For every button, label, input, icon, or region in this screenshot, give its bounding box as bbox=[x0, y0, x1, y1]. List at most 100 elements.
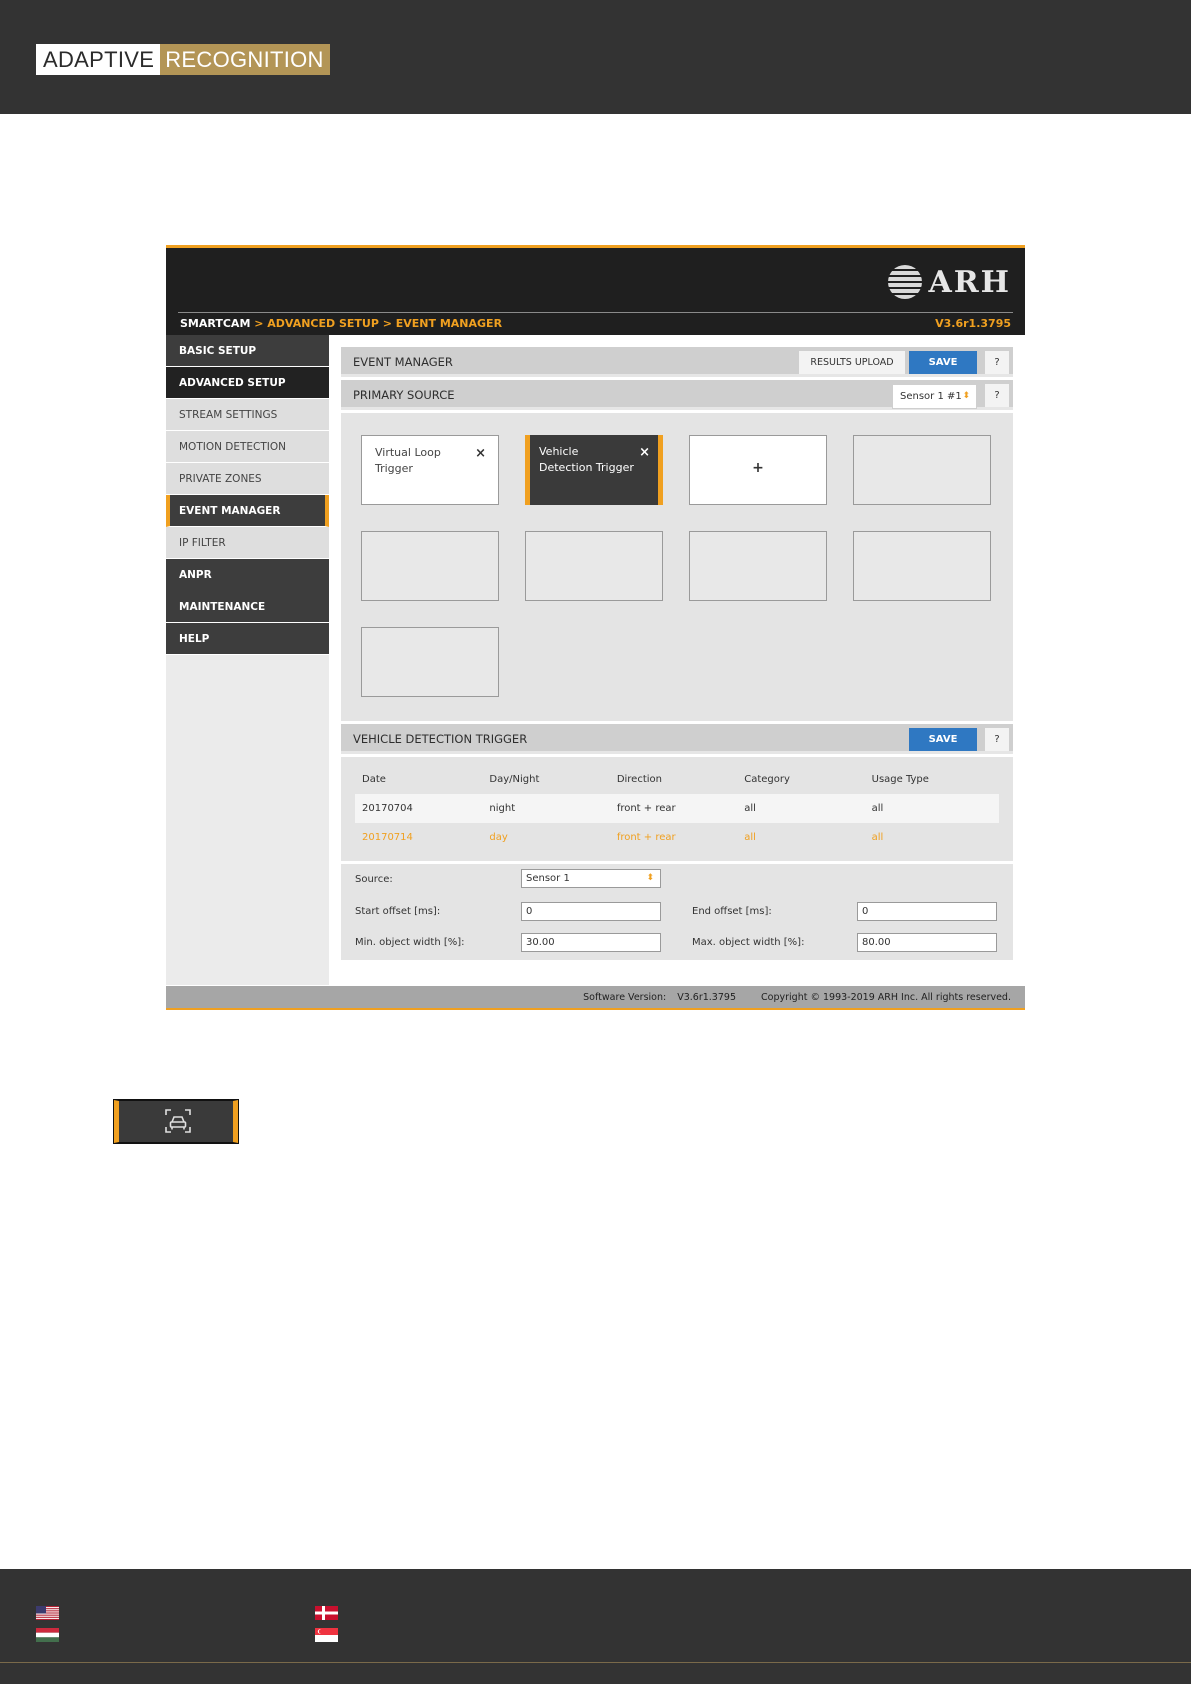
close-icon[interactable]: × bbox=[639, 445, 650, 460]
help-button[interactable]: ? bbox=[985, 351, 1009, 374]
trigger-tile-vehicle-detection[interactable]: Vehicle Detection Trigger × bbox=[525, 435, 663, 505]
column-header-day-night: Day/Night bbox=[489, 774, 540, 785]
sidebar-item-basic-setup[interactable]: BASIC SETUP bbox=[166, 335, 329, 367]
trigger-tile-label: Virtual Loop Trigger bbox=[375, 446, 441, 475]
primary-source-value: Sensor 1 #1 bbox=[900, 391, 962, 402]
sidebar-item-event-manager[interactable]: EVENT MANAGER bbox=[166, 495, 329, 527]
trigger-settings-form: Source: Sensor 1 ⬍ Start offset [ms]: 0 … bbox=[341, 864, 1013, 960]
source-label: Source: bbox=[355, 874, 393, 885]
schedule-table: Date Day/Night Direction Category Usage … bbox=[341, 757, 1013, 861]
table-cell: all bbox=[871, 832, 884, 843]
app-header: ARH SMARTCAM > ADVANCED SETUP > EVENT MA… bbox=[166, 245, 1025, 335]
sidebar-item-help[interactable]: HELP bbox=[166, 623, 329, 655]
page-header: ADAPTIVE RECOGNITION bbox=[0, 0, 1191, 114]
trigger-tile-label: Vehicle Detection Trigger bbox=[539, 445, 634, 474]
source-value: Sensor 1 bbox=[526, 873, 570, 884]
table-cell: day bbox=[489, 832, 508, 843]
add-trigger-tile[interactable]: + bbox=[689, 435, 827, 505]
trigger-tile-virtual-loop[interactable]: Virtual Loop Trigger × bbox=[361, 435, 499, 505]
event-manager-bar: EVENT MANAGER RESULTS UPLOAD SAVE ? bbox=[341, 347, 1013, 377]
copyright-text: Copyright © 1993-2019 ARH Inc. All right… bbox=[761, 992, 1011, 1003]
select-arrows-icon: ⬍ bbox=[962, 391, 970, 401]
primary-source-help-button[interactable]: ? bbox=[985, 384, 1009, 407]
table-cell: night bbox=[489, 803, 516, 814]
singapore-flag-icon bbox=[315, 1628, 338, 1642]
empty-trigger-slot bbox=[361, 627, 499, 697]
sidebar-item-stream-settings[interactable]: STREAM SETTINGS bbox=[166, 399, 329, 431]
table-row[interactable]: 20170704 night front + rear all all bbox=[355, 794, 999, 823]
header-divider bbox=[178, 312, 1013, 313]
select-arrows-icon: ⬍ bbox=[646, 873, 654, 883]
breadcrumb-root[interactable]: SMARTCAM bbox=[180, 317, 250, 330]
table-cell: 20170704 bbox=[362, 803, 413, 814]
sidebar-item-ip-filter[interactable]: IP FILTER bbox=[166, 527, 329, 559]
table-header: Date Day/Night Direction Category Usage … bbox=[355, 765, 999, 794]
table-cell: front + rear bbox=[616, 832, 676, 843]
footer-divider bbox=[0, 1662, 1191, 1663]
sidebar-item-motion-detection[interactable]: MOTION DETECTION bbox=[166, 431, 329, 463]
sidebar-item-anpr[interactable]: ANPR bbox=[166, 559, 329, 591]
empty-trigger-slot bbox=[361, 531, 499, 601]
vehicle-detection-trigger-title: VEHICLE DETECTION TRIGGER bbox=[353, 732, 528, 746]
software-version-label: Software Version: bbox=[583, 992, 667, 1003]
breadcrumb: SMARTCAM > ADVANCED SETUP > EVENT MANAGE… bbox=[180, 317, 502, 330]
table-row-selected[interactable]: 20170714 day front + rear all all bbox=[355, 823, 999, 852]
column-header-category: Category bbox=[744, 774, 790, 785]
trigger-grid: Virtual Loop Trigger × Vehicle Detection… bbox=[341, 413, 1013, 721]
us-flag-icon bbox=[36, 1606, 59, 1620]
max-object-width-input[interactable]: 80.00 bbox=[857, 933, 997, 952]
main-content: EVENT MANAGER RESULTS UPLOAD SAVE ? PRIM… bbox=[341, 347, 1013, 960]
table-cell: all bbox=[744, 803, 756, 814]
software-version-value: V3.6r1.3795 bbox=[677, 992, 736, 1003]
primary-source-select[interactable]: Sensor 1 #1 ⬍ bbox=[892, 384, 977, 409]
event-manager-title: EVENT MANAGER bbox=[353, 355, 453, 369]
column-header-direction: Direction bbox=[616, 774, 662, 785]
table-cell: all bbox=[744, 832, 756, 843]
app-footer: Software Version: V3.6r1.3795 Copyright … bbox=[166, 986, 1025, 1010]
min-object-width-label: Min. object width [%]: bbox=[355, 937, 465, 948]
trigger-help-button[interactable]: ? bbox=[985, 728, 1009, 751]
close-icon[interactable]: × bbox=[475, 446, 486, 461]
arh-logo-text: ARH bbox=[928, 264, 1011, 300]
empty-trigger-slot bbox=[853, 531, 991, 601]
start-offset-label: Start offset [ms]: bbox=[355, 906, 441, 917]
version-label: V3.6r1.3795 bbox=[935, 317, 1011, 330]
footer-text: Software Version: V3.6r1.3795 Copyright … bbox=[561, 986, 1011, 1010]
page-footer bbox=[0, 1569, 1191, 1684]
table-cell: 20170714 bbox=[362, 832, 413, 843]
arh-globe-icon bbox=[888, 265, 923, 299]
vehicle-detection-icon-box bbox=[113, 1099, 239, 1144]
arh-logo: ARH bbox=[888, 264, 1011, 300]
min-object-width-input[interactable]: 30.00 bbox=[521, 933, 661, 952]
results-upload-button[interactable]: RESULTS UPLOAD bbox=[799, 351, 905, 374]
brand-logo-left: ADAPTIVE bbox=[36, 44, 161, 75]
empty-trigger-slot bbox=[853, 435, 991, 505]
vehicle-detection-trigger-bar: VEHICLE DETECTION TRIGGER SAVE ? bbox=[341, 724, 1013, 754]
source-select[interactable]: Sensor 1 ⬍ bbox=[521, 869, 661, 888]
sidebar: BASIC SETUP ADVANCED SETUP STREAM SETTIN… bbox=[166, 335, 329, 985]
max-object-width-label: Max. object width [%]: bbox=[692, 937, 805, 948]
primary-source-title: PRIMARY SOURCE bbox=[353, 388, 455, 402]
end-offset-input[interactable]: 0 bbox=[857, 902, 997, 921]
column-header-date: Date bbox=[362, 774, 386, 785]
table-cell: all bbox=[871, 803, 884, 814]
trigger-save-button[interactable]: SAVE bbox=[909, 728, 977, 751]
empty-trigger-slot bbox=[525, 531, 663, 601]
start-offset-input[interactable]: 0 bbox=[521, 902, 661, 921]
breadcrumb-path[interactable]: > ADVANCED SETUP > EVENT MANAGER bbox=[250, 317, 502, 330]
sidebar-item-private-zones[interactable]: PRIVATE ZONES bbox=[166, 463, 329, 495]
sidebar-item-advanced-setup[interactable]: ADVANCED SETUP bbox=[166, 367, 329, 399]
sidebar-item-maintenance[interactable]: MAINTENANCE bbox=[166, 591, 329, 623]
vehicle-detection-icon bbox=[165, 1109, 191, 1133]
brand-logo-right: RECOGNITION bbox=[160, 44, 330, 75]
primary-source-bar: PRIMARY SOURCE Sensor 1 #1 ⬍ ? bbox=[341, 380, 1013, 410]
hungary-flag-icon bbox=[36, 1628, 59, 1642]
empty-trigger-slot bbox=[689, 531, 827, 601]
column-header-usage-type: Usage Type bbox=[871, 774, 929, 785]
save-button[interactable]: SAVE bbox=[909, 351, 977, 374]
smartcam-web-ui: ARH SMARTCAM > ADVANCED SETUP > EVENT MA… bbox=[166, 245, 1025, 1010]
brand-logo: ADAPTIVE RECOGNITION bbox=[36, 44, 330, 75]
table-cell: front + rear bbox=[616, 803, 676, 814]
end-offset-label: End offset [ms]: bbox=[692, 906, 772, 917]
plus-icon: + bbox=[752, 460, 764, 476]
